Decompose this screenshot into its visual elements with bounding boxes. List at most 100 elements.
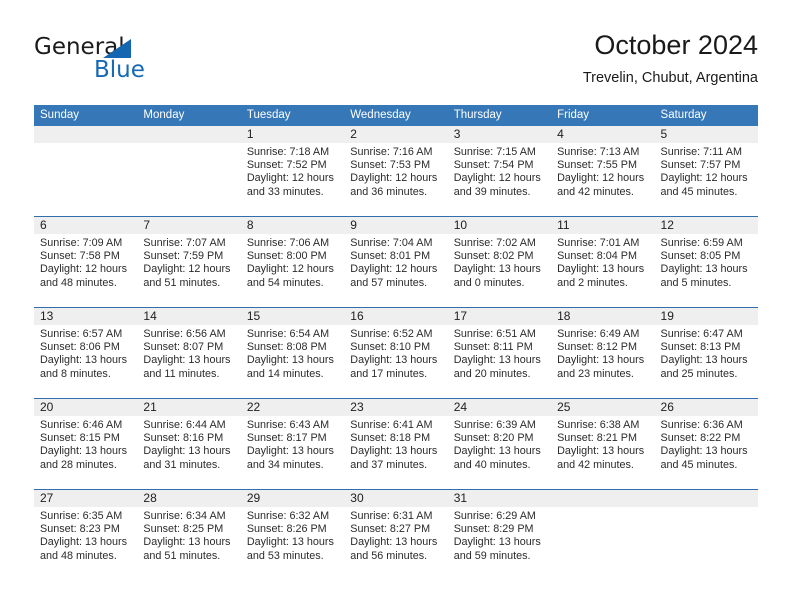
sunset-text: Sunset: 8:23 PM — [40, 523, 120, 536]
day-details: Sunrise: 6:39 AM Sunset: 8:20 PM Daylight:… — [454, 419, 551, 472]
day-cell-10[interactable]: 10 Sunrise: 7:02 AM Sunset: 8:02 PM Dayligh… — [448, 217, 551, 307]
day-cell-6[interactable]: 6 Sunrise: 7:09 AM Sunset: 7:58 PM Daylight… — [34, 217, 137, 307]
daylight-text-line1: Daylight: 12 hours — [557, 172, 645, 185]
daylight-text-line2: and 45 minutes. — [660, 458, 738, 471]
day-cell-4[interactable]: 4 Sunrise: 7:13 AM Sunset: 7:55 PM Daylight… — [551, 126, 654, 216]
day-cell-25[interactable]: 25 Sunrise: 6:38 AM Sunset: 8:21 PM Dayligh… — [551, 399, 654, 489]
daylight-text-line2: and 23 minutes. — [557, 367, 634, 380]
sunset-text: Sunset: 8:26 PM — [246, 523, 327, 536]
daylight-text-line2: and 25 minutes. — [660, 367, 738, 380]
day-number: 5 — [660, 127, 668, 141]
daylight-text-line1: Daylight: 12 hours — [40, 263, 128, 276]
day-cell-empty — [551, 490, 654, 580]
daylight-text-line2: and 48 minutes. — [40, 549, 117, 562]
day-cell-18[interactable]: 18 Sunrise: 6:49 AM Sunset: 8:12 PM Dayligh… — [551, 308, 654, 398]
day-cell-11[interactable]: 11 Sunrise: 7:01 AM Sunset: 8:04 PM Dayligh… — [551, 217, 654, 307]
day-cell-27[interactable]: 27 Sunrise: 6:35 AM Sunset: 8:23 PM Dayligh… — [34, 490, 137, 580]
sunrise-text: Sunrise: 6:38 AM — [557, 419, 640, 431]
day-cell-14[interactable]: 14 Sunrise: 6:56 AM Sunset: 8:07 PM Dayligh… — [137, 308, 240, 398]
day-cell-28[interactable]: 28 Sunrise: 6:34 AM Sunset: 8:25 PM Dayligh… — [137, 490, 240, 580]
day-details: Sunrise: 6:34 AM Sunset: 8:25 PM Daylight:… — [143, 510, 240, 563]
day-cell-9[interactable]: 9 Sunrise: 7:04 AM Sunset: 8:01 PM Daylight… — [344, 217, 447, 307]
calendar-week-row: 13 Sunrise: 6:57 AM Sunset: 8:06 PM Dayligh… — [34, 307, 758, 398]
daylight-text-line2: and 42 minutes. — [557, 458, 634, 471]
day-cell-2[interactable]: 2 Sunrise: 7:16 AM Sunset: 7:53 PM Daylight… — [344, 126, 447, 216]
daylight-text-line1: Daylight: 13 hours — [453, 354, 541, 367]
sunset-text: Sunset: 8:22 PM — [660, 432, 741, 445]
day-details: Sunrise: 6:35 AM Sunset: 8:23 PM Daylight:… — [40, 510, 137, 563]
day-cell-17[interactable]: 17 Sunrise: 6:51 AM Sunset: 8:11 PM Dayligh… — [448, 308, 551, 398]
sunrise-text: Sunrise: 7:09 AM — [40, 237, 123, 249]
sunset-text: Sunset: 8:10 PM — [350, 341, 431, 354]
daylight-text-line2: and 51 minutes. — [143, 549, 221, 562]
day-details: Sunrise: 7:06 AM Sunset: 8:00 PM Daylight:… — [247, 237, 344, 290]
sunrise-text: Sunrise: 6:52 AM — [350, 328, 433, 340]
day-cell-22[interactable]: 22 Sunrise: 6:43 AM Sunset: 8:17 PM Dayligh… — [241, 399, 344, 489]
day-cell-1[interactable]: 1 Sunrise: 7:18 AM Sunset: 7:52 PM Daylight… — [241, 126, 344, 216]
sunrise-text: Sunrise: 6:46 AM — [40, 419, 123, 431]
day-number: 11 — [557, 218, 570, 232]
sunrise-text: Sunrise: 6:34 AM — [143, 510, 226, 522]
day-cell-16[interactable]: 16 Sunrise: 6:52 AM Sunset: 8:10 PM Dayligh… — [344, 308, 447, 398]
daylight-text-line1: Daylight: 12 hours — [350, 263, 438, 276]
daylight-text-line1: Daylight: 13 hours — [40, 354, 128, 367]
day-details: Sunrise: 6:52 AM Sunset: 8:10 PM Daylight:… — [350, 328, 447, 381]
day-cell-21[interactable]: 21 Sunrise: 6:44 AM Sunset: 8:16 PM Dayligh… — [137, 399, 240, 489]
daylight-text-line1: Daylight: 13 hours — [40, 445, 128, 458]
day-cell-8[interactable]: 8 Sunrise: 7:06 AM Sunset: 8:00 PM Daylight… — [241, 217, 344, 307]
daylight-text-line2: and 45 minutes. — [660, 185, 738, 198]
sunrise-text: Sunrise: 7:06 AM — [246, 237, 330, 249]
day-details: Sunrise: 6:32 AM Sunset: 8:26 PM Daylight:… — [247, 510, 344, 563]
day-cell-29[interactable]: 29 Sunrise: 6:32 AM Sunset: 8:26 PM Dayligh… — [241, 490, 344, 580]
daylight-text-line2: and 2 minutes. — [557, 276, 628, 289]
day-cell-30[interactable]: 30 Sunrise: 6:31 AM Sunset: 8:27 PM Dayligh… — [344, 490, 447, 580]
day-cell-24[interactable]: 24 Sunrise: 6:39 AM Sunset: 8:20 PM Dayligh… — [448, 399, 551, 489]
daylight-text-line2: and 42 minutes. — [557, 185, 634, 198]
daylight-text-line1: Daylight: 13 hours — [246, 354, 334, 367]
sunrise-text: Sunrise: 6:51 AM — [453, 328, 536, 340]
daylight-text-line1: Daylight: 12 hours — [350, 172, 438, 185]
daylight-text-line2: and 0 minutes. — [453, 276, 525, 289]
page-title: October 2024 — [594, 30, 758, 60]
day-details: Sunrise: 7:16 AM Sunset: 7:53 PM Daylight:… — [350, 146, 447, 199]
sunrise-text: Sunrise: 6:32 AM — [246, 510, 330, 522]
day-cell-13[interactable]: 13 Sunrise: 6:57 AM Sunset: 8:06 PM Dayligh… — [34, 308, 137, 398]
day-number: 28 — [143, 491, 157, 505]
day-cell-20[interactable]: 20 Sunrise: 6:46 AM Sunset: 8:15 PM Dayligh… — [34, 399, 137, 489]
weekday-header-sunday: Sunday — [40, 109, 80, 121]
day-cell-7[interactable]: 7 Sunrise: 7:07 AM Sunset: 7:59 PM Daylight… — [137, 217, 240, 307]
day-details: Sunrise: 6:29 AM Sunset: 8:29 PM Daylight:… — [454, 510, 551, 563]
day-cell-5[interactable]: 5 Sunrise: 7:11 AM Sunset: 7:57 PM Daylight… — [655, 126, 758, 216]
sunset-text: Sunset: 7:53 PM — [350, 159, 431, 172]
general-blue-logo[interactable]: General Blue — [34, 34, 234, 92]
day-cell-15[interactable]: 15 Sunrise: 6:54 AM Sunset: 8:08 PM Dayligh… — [241, 308, 344, 398]
day-cell-19[interactable]: 19 Sunrise: 6:47 AM Sunset: 8:13 PM Dayligh… — [655, 308, 758, 398]
day-cell-31[interactable]: 31 Sunrise: 6:29 AM Sunset: 8:29 PM Dayligh… — [448, 490, 551, 580]
daylight-text-line1: Daylight: 13 hours — [557, 354, 645, 367]
sunset-text: Sunset: 8:06 PM — [40, 341, 120, 354]
day-number: 21 — [143, 400, 157, 414]
daylight-text-line1: Daylight: 13 hours — [350, 354, 438, 367]
day-details: Sunrise: 6:49 AM Sunset: 8:12 PM Daylight:… — [557, 328, 654, 381]
daylight-text-line2: and 17 minutes. — [350, 367, 428, 380]
day-number: 1 — [246, 127, 254, 141]
daylight-text-line2: and 51 minutes. — [143, 276, 221, 289]
day-cell-3[interactable]: 3 Sunrise: 7:15 AM Sunset: 7:54 PM Daylight… — [448, 126, 551, 216]
daylight-text-line1: Daylight: 13 hours — [40, 536, 128, 549]
sunrise-text: Sunrise: 6:56 AM — [143, 328, 226, 340]
week-cells: 27 Sunrise: 6:35 AM Sunset: 8:23 PM Dayligh… — [34, 490, 758, 580]
sunset-text: Sunset: 7:59 PM — [143, 250, 224, 263]
sunset-text: Sunset: 8:17 PM — [246, 432, 327, 445]
day-cell-26[interactable]: 26 Sunrise: 6:36 AM Sunset: 8:22 PM Dayligh… — [655, 399, 758, 489]
sunset-text: Sunset: 8:13 PM — [660, 341, 741, 354]
sunset-text: Sunset: 8:16 PM — [143, 432, 224, 445]
logo-text-blue: Blue — [94, 57, 145, 83]
day-cell-12[interactable]: 12 Sunrise: 6:59 AM Sunset: 8:05 PM Dayligh… — [655, 217, 758, 307]
sunset-text: Sunset: 8:21 PM — [557, 432, 637, 445]
calendar-week-row: 20 Sunrise: 6:46 AM Sunset: 8:15 PM Dayligh… — [34, 398, 758, 489]
weekday-header-saturday: Saturday — [660, 109, 707, 121]
day-number: 12 — [660, 218, 674, 232]
sunset-text: Sunset: 8:25 PM — [143, 523, 224, 536]
day-cell-23[interactable]: 23 Sunrise: 6:41 AM Sunset: 8:18 PM Dayligh… — [344, 399, 447, 489]
sunrise-text: Sunrise: 7:18 AM — [246, 146, 330, 158]
